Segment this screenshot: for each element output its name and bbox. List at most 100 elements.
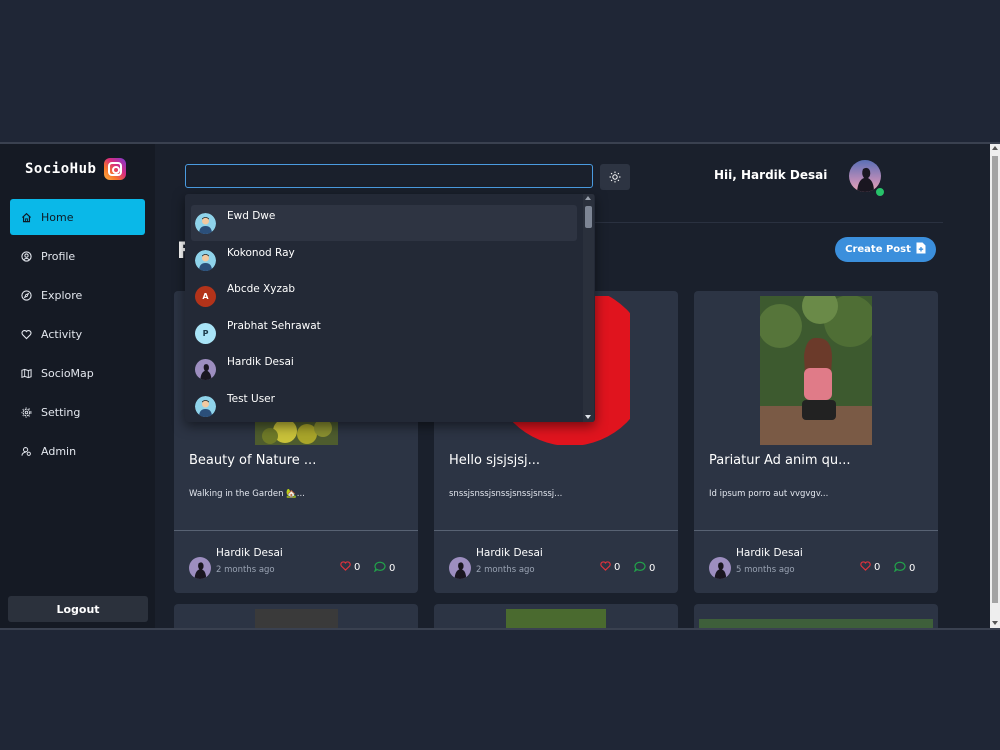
- post-time: 2 months ago: [476, 565, 535, 575]
- like-count: 0: [354, 562, 361, 573]
- post-card[interactable]: [434, 604, 678, 628]
- sidebar-item-label: Setting: [41, 405, 81, 419]
- card-divider: [174, 530, 418, 531]
- like-button[interactable]: 0: [600, 561, 620, 574]
- default-avatar: [195, 396, 216, 417]
- sidebar-item-explore[interactable]: Explore: [10, 277, 145, 313]
- card-divider: [694, 530, 938, 531]
- like-count: 0: [874, 562, 881, 573]
- sidebar-item-label: Admin: [41, 444, 77, 458]
- letter-avatar: P: [195, 323, 216, 344]
- sidebar-nav: Home Profile Explore Activity SocioMap S…: [10, 199, 145, 472]
- search-result-item[interactable]: P Prabhat Sehrawat: [191, 315, 577, 351]
- sidebar-item-label: Activity: [41, 327, 83, 341]
- post-card[interactable]: [174, 604, 418, 628]
- search-result-item[interactable]: Kokonod Ray: [191, 242, 577, 278]
- compass-icon: [20, 289, 32, 301]
- post-description: Id ipsum porro aut vvgvgv...: [709, 489, 829, 499]
- post-card[interactable]: Pariatur Ad anim qu... Id ipsum porro au…: [694, 291, 938, 593]
- search-result-name: Ewd Dwe: [227, 210, 276, 222]
- sidebar-item-label: Home: [41, 210, 74, 224]
- post-author[interactable]: Hardik Desai: [736, 547, 803, 559]
- logout-button[interactable]: Logout: [8, 596, 148, 622]
- search-result-name: Kokonod Ray: [227, 247, 295, 259]
- post-title: Pariatur Ad anim qu...: [709, 453, 851, 468]
- sidebar-item-label: SocioMap: [41, 366, 94, 380]
- sidebar-item-label: Profile: [41, 249, 76, 263]
- comment-button[interactable]: 0: [633, 561, 656, 575]
- create-post-label: Create Post: [845, 244, 911, 255]
- post-author[interactable]: Hardik Desai: [216, 547, 283, 559]
- heart-icon: [340, 561, 351, 574]
- theme-toggle-button[interactable]: [600, 164, 630, 190]
- sidebar-item-profile[interactable]: Profile: [10, 238, 145, 274]
- comment-button[interactable]: 0: [893, 561, 916, 575]
- post-author[interactable]: Hardik Desai: [476, 547, 543, 559]
- sidebar-item-label: Explore: [41, 288, 83, 302]
- dropdown-scrollbar[interactable]: [583, 194, 594, 422]
- comment-count: 0: [389, 562, 396, 574]
- file-plus-icon: [916, 242, 926, 257]
- comment-button[interactable]: 0: [373, 561, 396, 575]
- like-button[interactable]: 0: [860, 561, 880, 574]
- comment-icon: [893, 561, 906, 575]
- online-status-indicator: [875, 187, 885, 197]
- sidebar-item-home[interactable]: Home: [10, 199, 145, 235]
- post-card[interactable]: [694, 604, 938, 628]
- user-greeting: Hii, Hardik Desai: [714, 168, 828, 182]
- like-button[interactable]: 0: [340, 561, 360, 574]
- instagram-logo-icon: [104, 158, 127, 180]
- scroll-up-icon[interactable]: [992, 146, 998, 150]
- search-input[interactable]: [185, 164, 593, 188]
- sidebar-item-sociomap[interactable]: SocioMap: [10, 355, 145, 391]
- author-avatar[interactable]: [189, 557, 211, 579]
- sidebar: SocioHub Home Profile Explore Activity S…: [0, 144, 155, 628]
- window-scrollbar[interactable]: [990, 144, 1000, 628]
- author-avatar[interactable]: [709, 557, 731, 579]
- author-avatar[interactable]: [449, 557, 471, 579]
- search-result-item[interactable]: Ewd Dwe: [191, 205, 577, 241]
- create-post-button[interactable]: Create Post: [835, 237, 936, 262]
- gear-icon: [20, 406, 32, 418]
- sidebar-item-setting[interactable]: Setting: [10, 394, 145, 430]
- comment-icon: [373, 561, 386, 575]
- user-circle-icon: [20, 250, 32, 262]
- photo-avatar: [195, 359, 216, 380]
- search-result-name: Hardik Desai: [227, 356, 294, 368]
- comment-count: 0: [909, 562, 916, 574]
- like-count: 0: [614, 562, 621, 573]
- sun-icon: [609, 168, 621, 187]
- search-result-name: Test User: [227, 393, 275, 405]
- scrollbar-thumb[interactable]: [585, 206, 592, 228]
- brand[interactable]: SocioHub: [25, 158, 127, 180]
- sidebar-item-admin[interactable]: Admin: [10, 433, 145, 469]
- search-result-item[interactable]: A Abcde Xyzab: [191, 278, 577, 314]
- scroll-down-icon[interactable]: [585, 415, 591, 419]
- comment-icon: [633, 561, 646, 575]
- search-result-item[interactable]: Test User: [191, 388, 577, 422]
- post-time: 2 months ago: [216, 565, 275, 575]
- scrollbar-thumb[interactable]: [992, 156, 998, 603]
- scroll-up-icon[interactable]: [585, 196, 591, 200]
- home-icon: [20, 211, 32, 223]
- post-time: 5 months ago: [736, 565, 795, 575]
- heart-icon: [600, 561, 611, 574]
- search-result-name: Abcde Xyzab: [227, 283, 296, 295]
- heart-icon: [20, 328, 32, 340]
- card-divider: [434, 530, 678, 531]
- scroll-down-icon[interactable]: [992, 621, 998, 625]
- post-image: [506, 609, 606, 628]
- post-title: Hello sjsjsjsj...: [449, 453, 541, 468]
- search-result-item[interactable]: Hardik Desai: [191, 351, 577, 387]
- post-title: Beauty of Nature ...: [189, 453, 317, 468]
- letter-avatar: A: [195, 286, 216, 307]
- post-description: Walking in the Garden 🏡...: [189, 489, 305, 499]
- brand-name: SocioHub: [25, 161, 97, 177]
- comment-count: 0: [649, 562, 656, 574]
- default-avatar: [195, 250, 216, 271]
- admin-icon: [20, 445, 32, 457]
- sidebar-item-activity[interactable]: Activity: [10, 316, 145, 352]
- post-image: [255, 609, 338, 628]
- post-image: [699, 619, 933, 628]
- heart-icon: [860, 561, 871, 574]
